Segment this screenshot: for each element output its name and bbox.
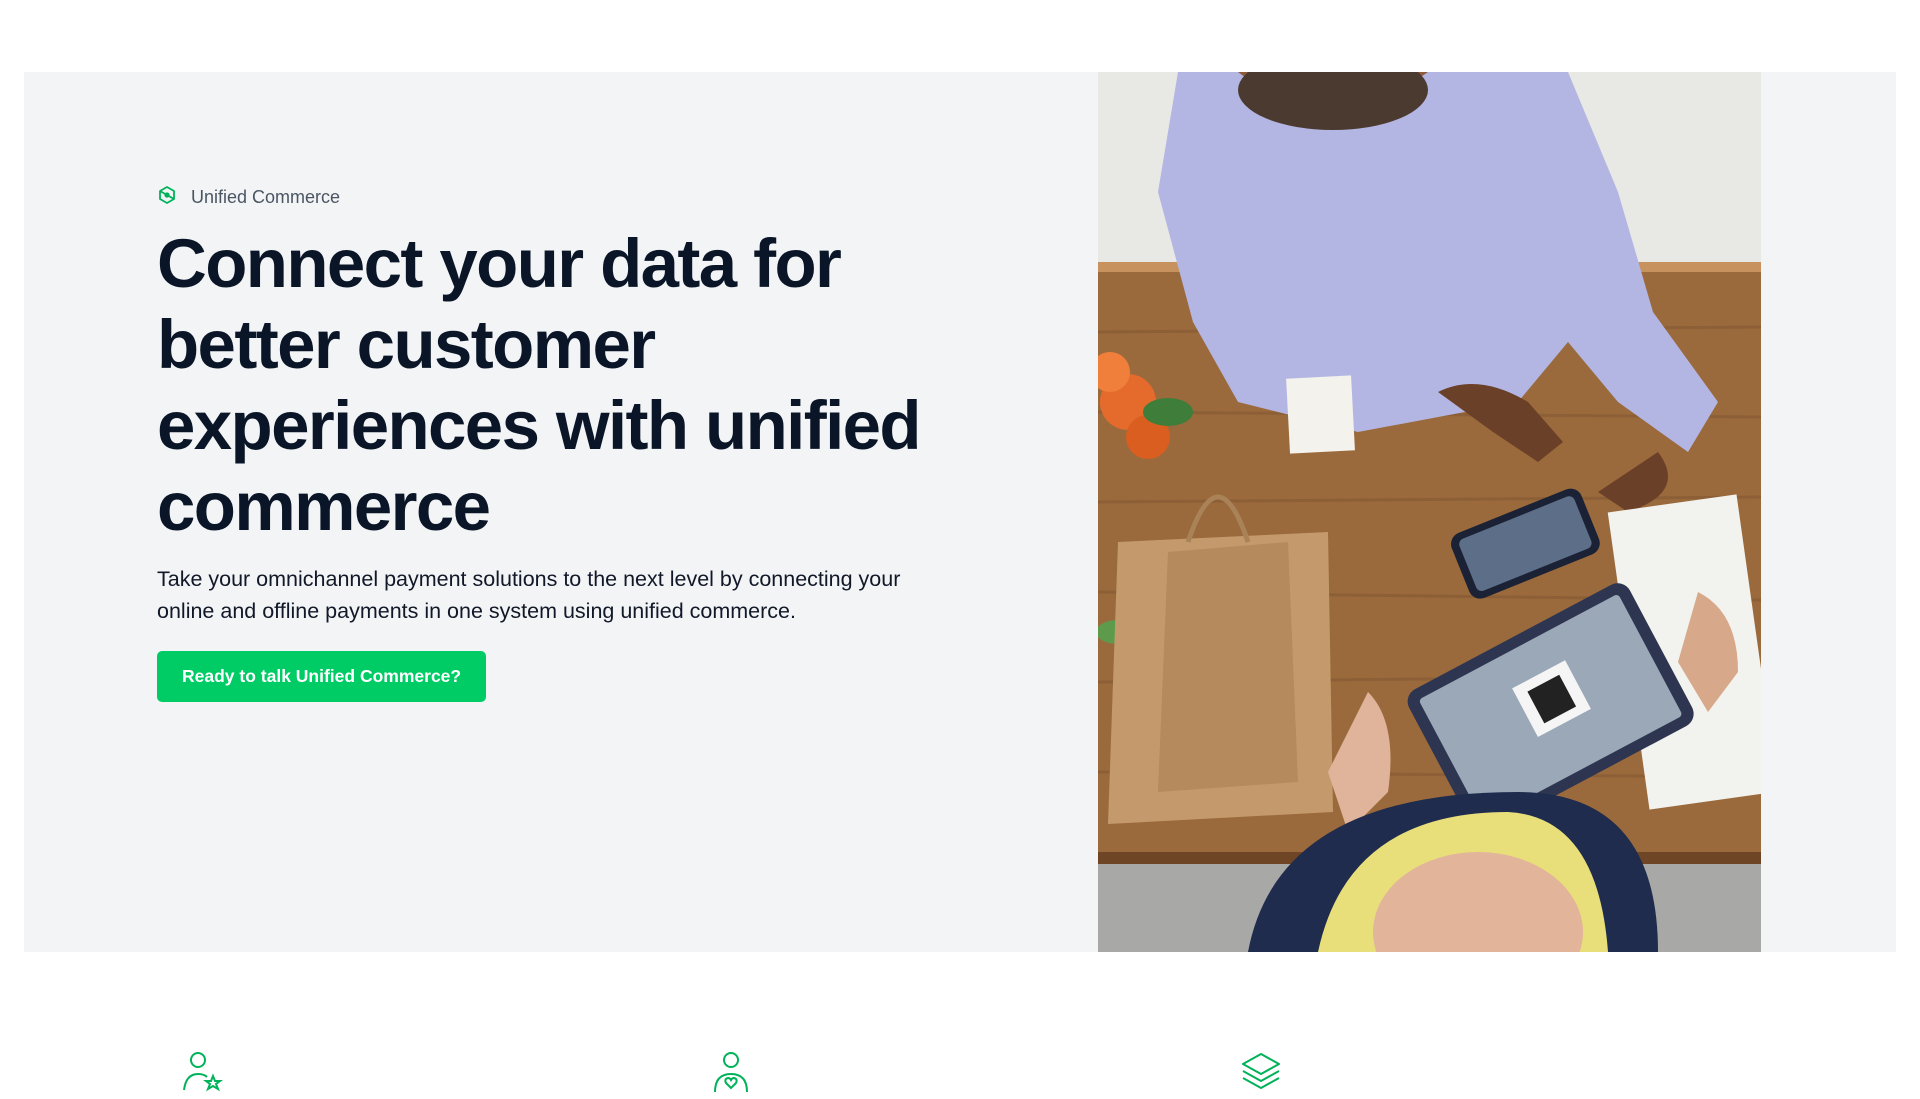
- page-title: Connect your data for better customer ex…: [157, 225, 922, 545]
- hero-image: [1098, 72, 1761, 952]
- contact-sales-button[interactable]: Ready to talk Unified Commerce?: [157, 651, 487, 702]
- features-row: [0, 1040, 1920, 1093]
- eyebrow-label: Unified Commerce: [191, 186, 341, 207]
- layers-icon: [1239, 1050, 1283, 1094]
- hero-description: Take your omnichannel payment solutions …: [157, 567, 901, 623]
- unified-commerce-icon: [157, 185, 177, 210]
- user-heart-icon: [709, 1050, 753, 1094]
- hero-content: Unified Commerce Connect your data for b…: [157, 185, 937, 702]
- eyebrow: Unified Commerce: [157, 185, 937, 209]
- user-star-icon: [180, 1050, 224, 1094]
